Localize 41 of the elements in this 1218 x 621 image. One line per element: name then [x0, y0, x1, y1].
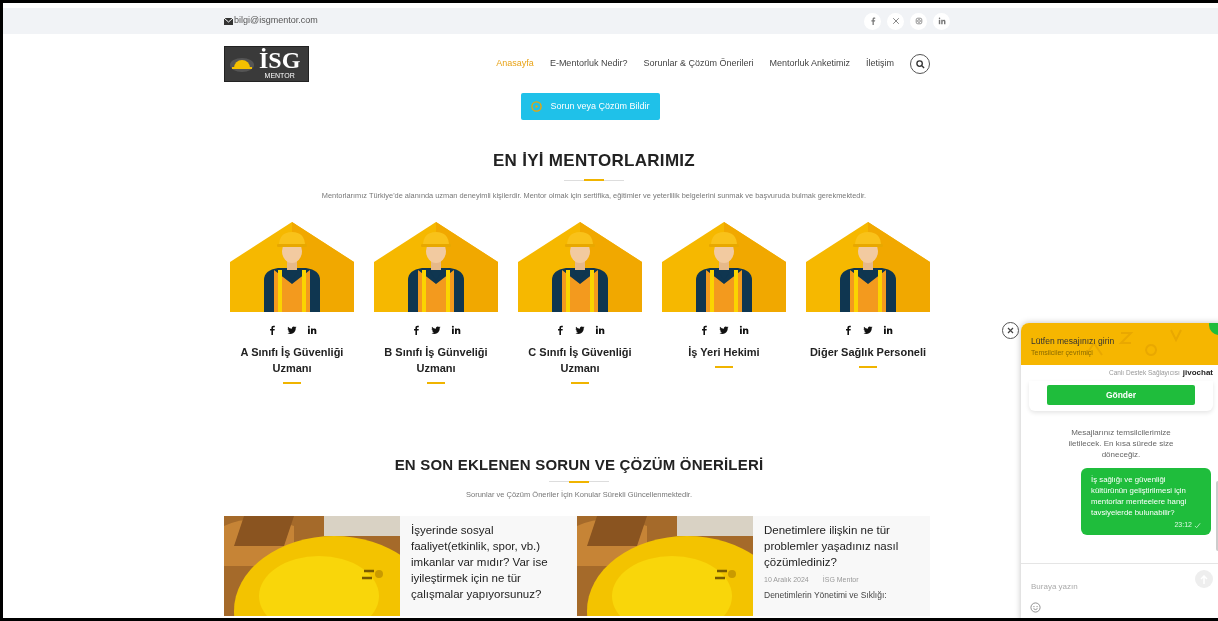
post-title[interactable]: Denetimlere ilişkin ne tür problemler yaşadınız nasıl çözümlediniz? [764, 522, 924, 571]
facebook-icon[interactable] [267, 324, 277, 335]
facebook-icon[interactable] [411, 324, 421, 335]
section-title: EN İYİ MENTORLARIMIZ [492, 150, 696, 172]
helmet-icon [229, 55, 255, 73]
x-icon[interactable] [891, 17, 900, 25]
search-icon [915, 59, 925, 69]
mail-icon [224, 17, 233, 25]
nav-link[interactable]: Mentorluk Anketimiz [769, 57, 850, 71]
info-text: Mesajlarınız temsilcilerimize iletilecek. En kısa sürede size döneceğiz. [1067, 427, 1175, 461]
email-text[interactable]: bilgi@isgmentor.com [234, 14, 318, 28]
facebook-icon[interactable] [843, 324, 853, 335]
facebook-icon[interactable] [699, 324, 709, 335]
mentor-name[interactable]: A Sınıfı İş Güvenliği Uzmanı [230, 343, 354, 376]
twitter-icon[interactable] [863, 324, 873, 335]
twitter-icon[interactable] [431, 324, 441, 335]
linkedin-icon[interactable] [739, 324, 749, 335]
linkedin-icon[interactable] [307, 324, 317, 335]
logo-text: İSG [259, 48, 301, 72]
twitter-icon[interactable] [575, 324, 585, 335]
message-input[interactable]: Buraya yazın [1031, 581, 1181, 593]
facebook-icon[interactable] [555, 324, 565, 335]
mentor-name[interactable]: İş Yeri Hekimi [686, 343, 762, 360]
play-circle-icon [531, 101, 543, 112]
section-title: EN SON EKLENEN SORUN VE ÇÖZÜM ÖNERİLERİ [394, 454, 764, 475]
mentor-name[interactable]: C Sınıfı İş Güvenliği Uzmanı [518, 343, 642, 376]
twitter-icon[interactable] [719, 324, 729, 335]
mentor-name[interactable]: B Sınıfı İş Günveliği Uzmanı [374, 343, 498, 376]
mentor-name[interactable]: Diğer Sağlık Personeli [807, 343, 929, 360]
linkedin-icon[interactable] [883, 324, 893, 335]
linkedin-icon[interactable] [451, 324, 461, 335]
post-excerpt: Denetimlerin Yönetimi ve Sıklığı: [764, 588, 888, 602]
nav-link[interactable]: Sorunlar & Çözüm Önerileri [643, 57, 754, 71]
provider-logo[interactable]: jivochat [1182, 367, 1213, 379]
nav-link[interactable]: İletişim [866, 57, 894, 71]
linkedin-icon[interactable] [595, 324, 605, 335]
chat-title: Lütfen mesajınızı girin [1031, 335, 1116, 348]
nav-link[interactable]: E-Mentorluk Nedir? [549, 57, 628, 71]
close-button[interactable] [1002, 322, 1019, 339]
close-icon [1007, 327, 1014, 334]
twitter-icon[interactable] [287, 324, 297, 335]
